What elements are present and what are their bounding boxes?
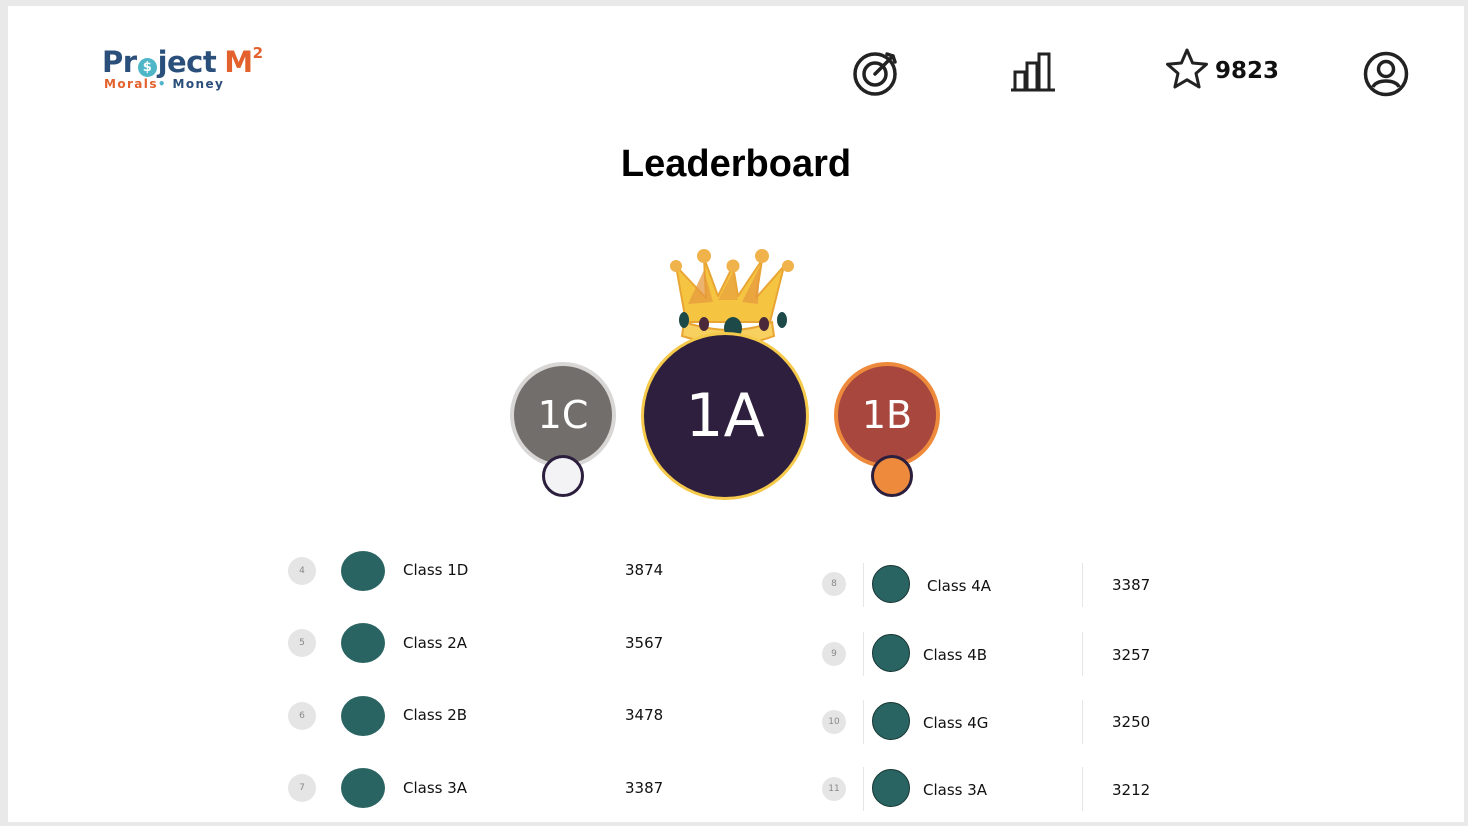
class-score: 3250	[1112, 713, 1151, 731]
bronze-medal-icon	[871, 455, 913, 497]
class-score: 3874	[625, 561, 664, 579]
class-avatar	[341, 551, 385, 591]
logo-text-ject: ject	[157, 45, 217, 79]
silver-medal-icon	[542, 455, 584, 497]
logo-tagline: Morals• Money	[104, 77, 263, 91]
star-icon[interactable]	[1164, 46, 1210, 96]
tagline-money: Money	[172, 77, 225, 91]
row-divider	[863, 767, 864, 811]
class-avatar	[872, 565, 910, 603]
row-divider	[863, 632, 864, 676]
podium-first-place[interactable]: 1A	[641, 332, 809, 500]
app-frame: Pr $ ject M2 Morals• Money 9823 Leaderbo…	[8, 6, 1464, 822]
dollar-coin-icon: $	[137, 58, 157, 77]
podium-third-place[interactable]: 1B	[834, 362, 940, 468]
class-name: Class 1D	[403, 561, 469, 579]
user-circle-icon[interactable]	[1362, 50, 1410, 102]
class-score: 3478	[625, 706, 664, 724]
class-name: Class 2A	[403, 634, 468, 652]
logo-wordmark: Pr $ ject M2	[102, 36, 263, 79]
class-avatar	[872, 769, 910, 807]
class-avatar	[872, 702, 910, 740]
rank-badge: 9	[822, 642, 846, 666]
rank-badge: 7	[288, 774, 316, 802]
class-avatar	[872, 634, 910, 672]
rank-badge: 8	[822, 572, 846, 596]
row-divider	[863, 563, 864, 607]
class-score: 3567	[625, 634, 664, 652]
rank-badge: 5	[288, 629, 316, 657]
tagline-dot: •	[157, 77, 167, 91]
class-avatar	[341, 623, 385, 663]
row-divider	[863, 700, 864, 744]
stars-count: 9823	[1215, 58, 1280, 84]
page-title: Leaderboard	[620, 143, 852, 185]
podium-first-label: 1A	[685, 381, 765, 451]
podium-second-label: 1C	[537, 393, 589, 437]
class-name: Class 4A	[927, 577, 992, 595]
logo-superscript: 2	[252, 44, 263, 62]
class-score: 3387	[1112, 576, 1151, 594]
bar-chart-icon[interactable]	[1009, 50, 1057, 98]
tagline-morals: Morals	[104, 77, 158, 91]
class-avatar	[341, 768, 385, 808]
row-divider	[1082, 632, 1083, 676]
row-divider	[1082, 767, 1083, 811]
rank-badge: 4	[288, 557, 316, 585]
row-divider	[1082, 700, 1083, 744]
class-name: Class 4B	[923, 646, 988, 664]
logo-m: M	[224, 45, 253, 79]
class-score: 3257	[1112, 646, 1151, 664]
rank-badge: 6	[288, 702, 316, 730]
class-name: Class 3A	[403, 779, 468, 797]
podium-second-place[interactable]: 1C	[510, 362, 616, 468]
class-score: 3212	[1112, 781, 1151, 799]
project-m2-logo[interactable]: Pr $ ject M2 Morals• Money	[102, 36, 263, 91]
rank-badge: 11	[822, 777, 846, 801]
class-score: 3387	[625, 779, 664, 797]
class-name: Class 2B	[403, 706, 468, 724]
podium-third-label: 1B	[861, 393, 913, 437]
target-icon[interactable]	[851, 48, 901, 102]
class-name: Class 4G	[923, 714, 989, 732]
row-divider	[1082, 563, 1083, 607]
rank-badge: 10	[822, 710, 846, 734]
class-name: Class 3A	[923, 781, 988, 799]
logo-text-pr: Pr	[102, 45, 137, 79]
class-avatar	[341, 696, 385, 736]
logo-m2: M2	[224, 44, 263, 79]
